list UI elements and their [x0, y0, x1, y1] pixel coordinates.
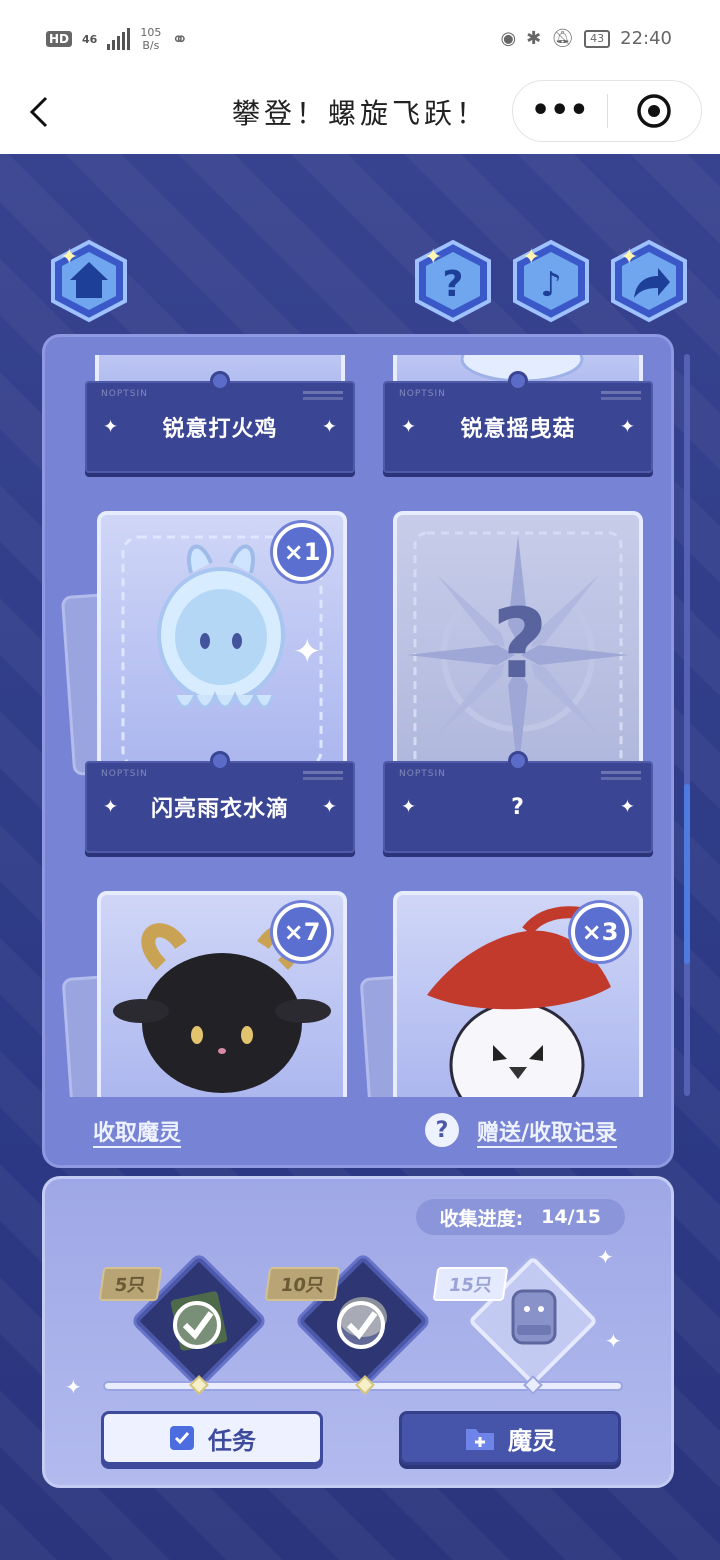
sparkle-icon: ✦ — [597, 1245, 614, 1269]
collection-progress: 收集进度: 14/15 — [415, 1199, 625, 1235]
progress-panel: 收集进度: 14/15 5只 10只 15只 ✦ ✦ ✦ 任务 魔灵 — [42, 1176, 674, 1488]
share-button[interactable]: ✦ — [606, 238, 692, 324]
help-icon[interactable]: ? — [425, 1113, 459, 1147]
clock: 22:40 — [620, 28, 672, 49]
gift-records-link[interactable]: 赠送/收取记录 — [477, 1115, 617, 1147]
music-button[interactable]: ♪ ✦ — [508, 238, 594, 324]
eye-icon: ◉ — [500, 28, 517, 49]
more-button[interactable]: ••• — [513, 96, 607, 126]
miniapp-capsule: ••• — [512, 80, 702, 142]
scrollbar-thumb[interactable] — [684, 784, 690, 964]
tasks-button[interactable]: 任务 — [101, 1411, 323, 1465]
card-name: 锐意摇曳菇 — [460, 417, 576, 442]
target-icon — [637, 94, 671, 128]
bluetooth-icon: ✱ — [526, 28, 542, 49]
milestone-tag: 10只 — [264, 1267, 341, 1301]
card-nameplate: NOPTSIN ✦ ✦ ? — [383, 751, 653, 853]
music-icon: ♪ ✦ — [513, 239, 589, 323]
nav-bar: 攀登！螺旋飞跃！ ••• — [0, 80, 720, 154]
help-icon: ? ✦ — [415, 239, 491, 323]
card-name: ? — [511, 794, 525, 820]
home-button[interactable]: ✦ — [46, 238, 132, 324]
card-nameplate: NOPTSIN ✦ ✦ 锐意打火鸡 — [85, 371, 355, 473]
card-count-badge: ×3 — [571, 903, 629, 961]
progress-label: 收集进度: — [439, 1207, 524, 1230]
svg-text:✦: ✦ — [620, 245, 638, 270]
signal-icon — [107, 28, 131, 50]
svg-text:✦: ✦ — [424, 245, 442, 270]
help-button[interactable]: ? ✦ — [410, 238, 496, 324]
back-button[interactable] — [22, 92, 62, 132]
card-count-badge: ×7 — [273, 903, 331, 961]
close-miniapp-button[interactable] — [608, 92, 702, 130]
tasks-label: 任务 — [208, 1426, 256, 1455]
progress-value: 14/15 — [541, 1206, 601, 1228]
page-title: 攀登！螺旋飞跃！ — [231, 97, 488, 130]
folder-add-icon — [466, 1429, 494, 1450]
svg-text:♪: ♪ — [540, 265, 562, 305]
svg-text:✦: ✦ — [60, 245, 78, 270]
milestone-tag: 15只 — [432, 1267, 509, 1301]
home-icon: ✦ — [51, 239, 127, 323]
game-screen: ✦ ? ✦ ♪ ✦ ✦ NOPTSIN ✦ ✦ 锐意打火鸡 NOPTSIN ✦ … — [0, 154, 720, 1560]
task-document-icon — [170, 1426, 194, 1450]
card-name: 闪亮雨衣水滴 — [150, 797, 289, 822]
collect-spirits-link[interactable]: 收取魔灵 — [93, 1115, 181, 1147]
link-icon: ⚭ — [171, 27, 189, 51]
sparkle-icon: ✦ — [65, 1375, 82, 1399]
card-nameplate: NOPTSIN ✦ ✦ 锐意摇曳菇 — [383, 371, 653, 473]
milestone-tag: 5只 — [98, 1267, 162, 1301]
mute-icon: 🔕︎ — [551, 28, 575, 49]
card-count-badge: ×1 — [273, 523, 331, 581]
card-name: 锐意打火鸡 — [162, 417, 278, 442]
share-icon: ✦ — [611, 239, 687, 323]
svg-text:✦: ✦ — [293, 632, 322, 672]
spirits-label: 魔灵 — [508, 1426, 556, 1455]
card-nameplate: NOPTSIN ✦ ✦ 闪亮雨衣水滴 — [85, 751, 355, 853]
net-speed: 105 B/s — [140, 26, 162, 52]
sparkle-icon: ✦ — [605, 1329, 622, 1353]
chevron-left-icon — [29, 96, 48, 128]
card-grid[interactable]: NOPTSIN ✦ ✦ 锐意打火鸡 NOPTSIN ✦ ✦ 锐意摇曳菇 ✦ ×1… — [45, 355, 671, 1097]
spirits-button[interactable]: 魔灵 — [399, 1411, 621, 1465]
svg-text:✦: ✦ — [522, 245, 540, 270]
battery-icon: 43 — [584, 29, 611, 48]
svg-text:?: ? — [443, 264, 464, 305]
hd-badge: HD — [46, 31, 73, 47]
status-bar: HD 46 105 B/s ⚭ ◉ ✱ 🔕︎ 43 22:40 — [0, 0, 720, 80]
unknown-mark: ? — [492, 588, 548, 700]
network-type: 46 — [82, 32, 98, 46]
collection-panel: NOPTSIN ✦ ✦ 锐意打火鸡 NOPTSIN ✦ ✦ 锐意摇曳菇 ✦ ×1… — [42, 334, 674, 1168]
scrollbar-track[interactable] — [684, 354, 690, 1096]
panel-footer: 收取魔灵 ? 赠送/收取记录 — [45, 1093, 671, 1165]
